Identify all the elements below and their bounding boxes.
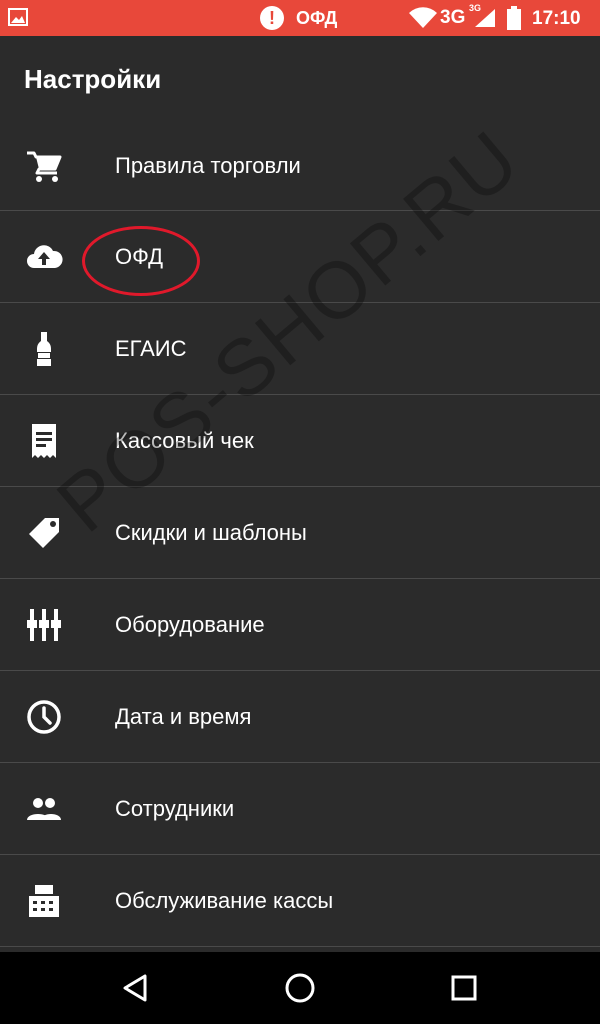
receipt-icon (24, 421, 64, 461)
navigation-bar (0, 952, 600, 1024)
home-button[interactable] (280, 968, 320, 1008)
status-bar: ! ОФД 3G 3G 17:10 (0, 0, 600, 36)
menu-item-receipt[interactable]: Кассовый чек (0, 395, 600, 487)
menu-item-label: Оборудование (115, 612, 265, 637)
menu-item-trade-rules[interactable]: Правила торговли (0, 120, 600, 211)
menu-item-equipment[interactable]: Оборудование (0, 579, 600, 671)
alert-icon: ! (260, 6, 284, 30)
back-button[interactable] (116, 968, 156, 1008)
menu-item-ofd[interactable]: ОФД (0, 211, 600, 303)
image-icon (8, 8, 28, 26)
back-triangle-icon (123, 974, 147, 1002)
menu-item-label: Скидки и шаблоны (115, 520, 307, 545)
page-title: Настройки (24, 64, 162, 94)
clock-time: 17:10 (532, 8, 581, 29)
wifi-icon (409, 7, 437, 28)
menu-item-datetime[interactable]: Дата и время (0, 671, 600, 763)
menu-item-discounts[interactable]: Скидки и шаблоны (0, 487, 600, 579)
notification-label: ОФД (296, 8, 338, 28)
app-header: Настройки (0, 36, 600, 120)
menu-item-employees[interactable]: Сотрудники (0, 763, 600, 855)
bottle-icon (24, 329, 64, 369)
menu-item-label: Правила торговли (115, 153, 301, 178)
cart-icon (24, 146, 64, 186)
recent-apps-button[interactable] (444, 968, 484, 1008)
menu-item-label: ЕГАИС (115, 336, 187, 361)
network-type: 3G (440, 7, 466, 28)
cash-register-icon (24, 881, 64, 921)
clock-icon (24, 697, 64, 737)
menu-item-label: Сотрудники (115, 796, 235, 821)
menu-item-label: Обслуживание кассы (115, 888, 334, 913)
signal-icon (475, 9, 495, 27)
menu-item-label: Дата и время (115, 704, 252, 729)
battery-icon (507, 6, 521, 30)
home-circle-icon (285, 973, 315, 1003)
people-icon (24, 789, 64, 829)
tag-icon (24, 513, 64, 553)
settings-menu: Правила торговли ОФД ЕГАИС Кассовый чек … (0, 120, 600, 947)
menu-item-cashbox-service[interactable]: Обслуживание кассы (0, 855, 600, 947)
menu-item-egais[interactable]: ЕГАИС (0, 303, 600, 395)
recent-square-icon (451, 975, 477, 1001)
cloud-upload-icon (24, 237, 64, 277)
menu-item-label: ОФД (115, 244, 164, 269)
menu-item-label: Кассовый чек (115, 428, 254, 453)
equipment-icon (24, 605, 64, 645)
